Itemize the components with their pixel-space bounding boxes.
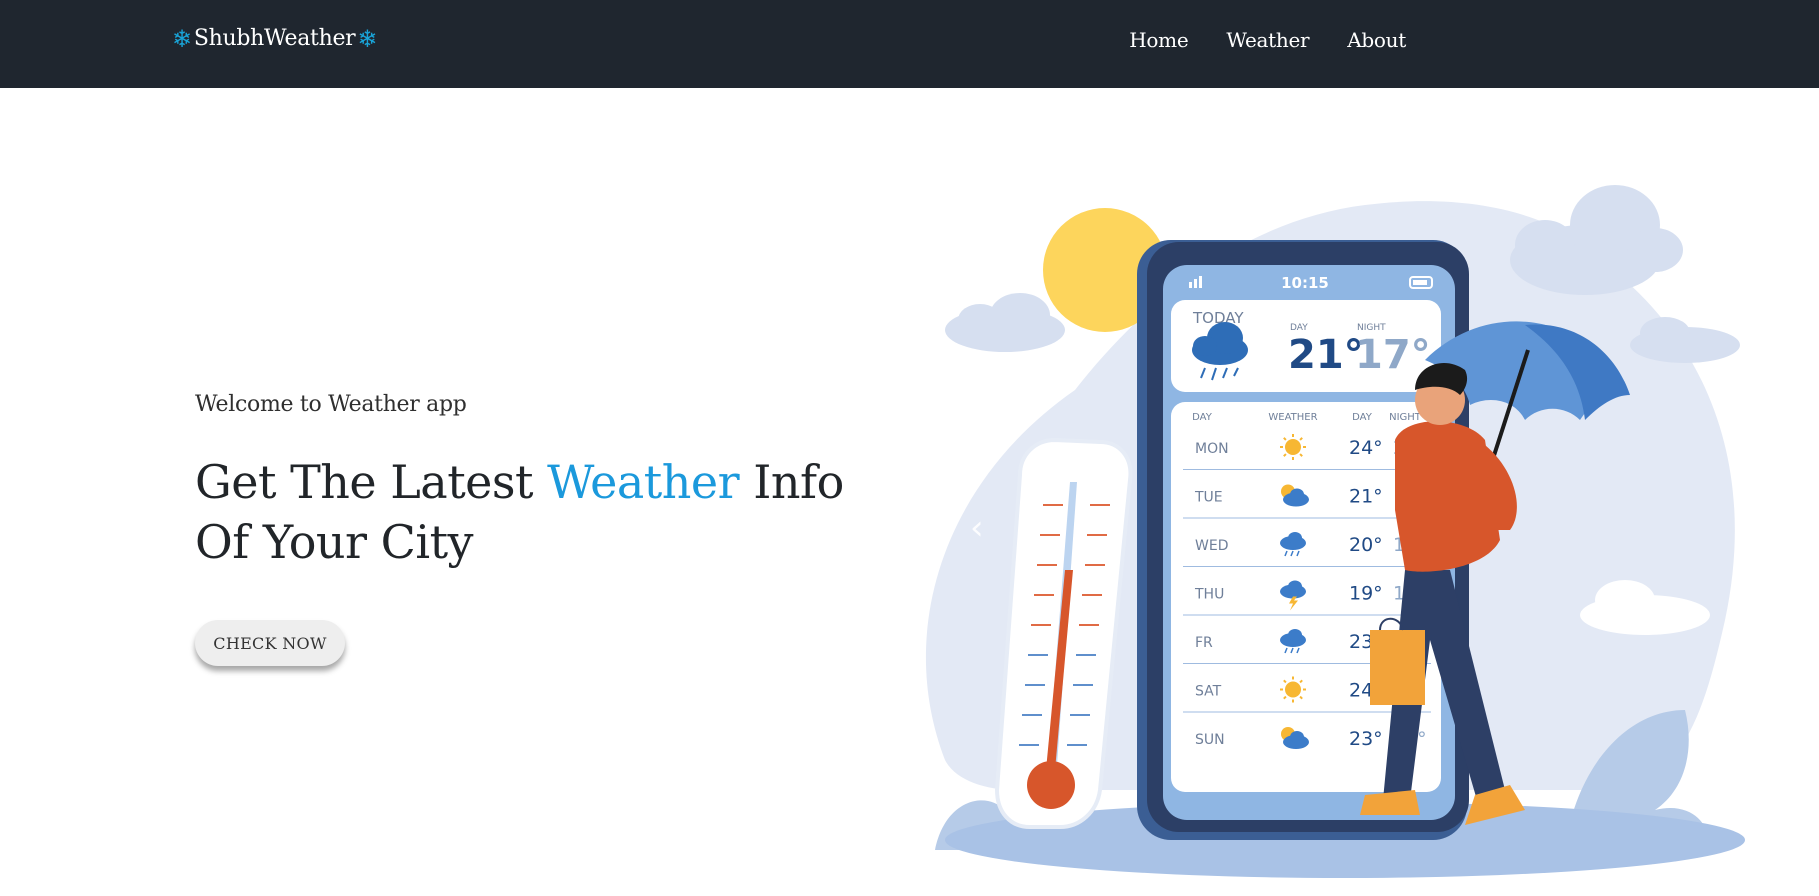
brand-link[interactable]: ❄ ShubhWeather ❄ <box>172 26 377 51</box>
hero-title: Get The Latest Weather Info Of Your City <box>195 452 885 572</box>
forecast-high: 21° <box>1349 486 1383 508</box>
cloud-icon <box>945 293 1065 352</box>
cloud-shape <box>1290 731 1304 743</box>
check-now-button[interactable]: CHECK NOW <box>195 620 345 666</box>
forecast-high: 24° <box>1349 437 1383 459</box>
snowflake-icon: ❄ <box>172 24 192 53</box>
cloud-icon <box>1630 317 1740 363</box>
nav-weather-link[interactable]: Weather <box>1226 28 1309 52</box>
cloud-icon <box>1510 185 1683 295</box>
weather-app-illustration: 10:15 TODAY DAY NIGHT 21° 17° DAY WEATHE… <box>925 185 1745 878</box>
forecast-high: 23° <box>1349 728 1383 750</box>
snowflake-icon: ❄ <box>357 24 378 53</box>
navbar: ❄ ShubhWeather ❄ Home Weather About <box>0 0 1819 88</box>
brand-name: ShubhWeather <box>193 26 356 51</box>
today-night-temp: 17° <box>1355 332 1431 378</box>
forecast-day: TUE <box>1194 490 1223 506</box>
welcome-text: Welcome to Weather app <box>195 392 467 417</box>
nav-links: Home Weather About <box>1129 28 1406 52</box>
table-header-day: DAY <box>1192 412 1213 423</box>
cloud-shape <box>1288 532 1302 544</box>
nav-home-link[interactable]: Home <box>1129 28 1188 52</box>
forecast-day: SUN <box>1195 732 1225 748</box>
table-header-weather: WEATHER <box>1268 412 1317 423</box>
today-day-temp: 21° <box>1288 332 1364 378</box>
nav-about-link[interactable]: About <box>1347 28 1406 52</box>
forecast-high: 20° <box>1349 534 1383 556</box>
sun-core <box>1285 439 1301 455</box>
table-header-night-temp: NIGHT <box>1389 412 1422 423</box>
forecast-high: 19° <box>1349 583 1383 605</box>
forecast-day: THU <box>1194 587 1224 603</box>
cloud-shape <box>1288 629 1302 641</box>
carousel-prev-icon[interactable]: ‹ <box>970 508 984 548</box>
cloud-shape <box>1290 488 1304 501</box>
phone-time: 10:15 <box>1281 274 1329 292</box>
forecast-day: WED <box>1195 538 1228 554</box>
forecast-day: SAT <box>1195 684 1222 700</box>
forecast-day: FR <box>1195 635 1213 651</box>
hero-title-accent: Weather <box>547 455 740 509</box>
cloud-shape <box>1288 580 1302 593</box>
table-header-day-temp: DAY <box>1352 412 1373 423</box>
forecast-day: MON <box>1195 441 1229 457</box>
hero-title-start: Get The Latest <box>195 455 548 509</box>
sun-core <box>1285 681 1301 698</box>
